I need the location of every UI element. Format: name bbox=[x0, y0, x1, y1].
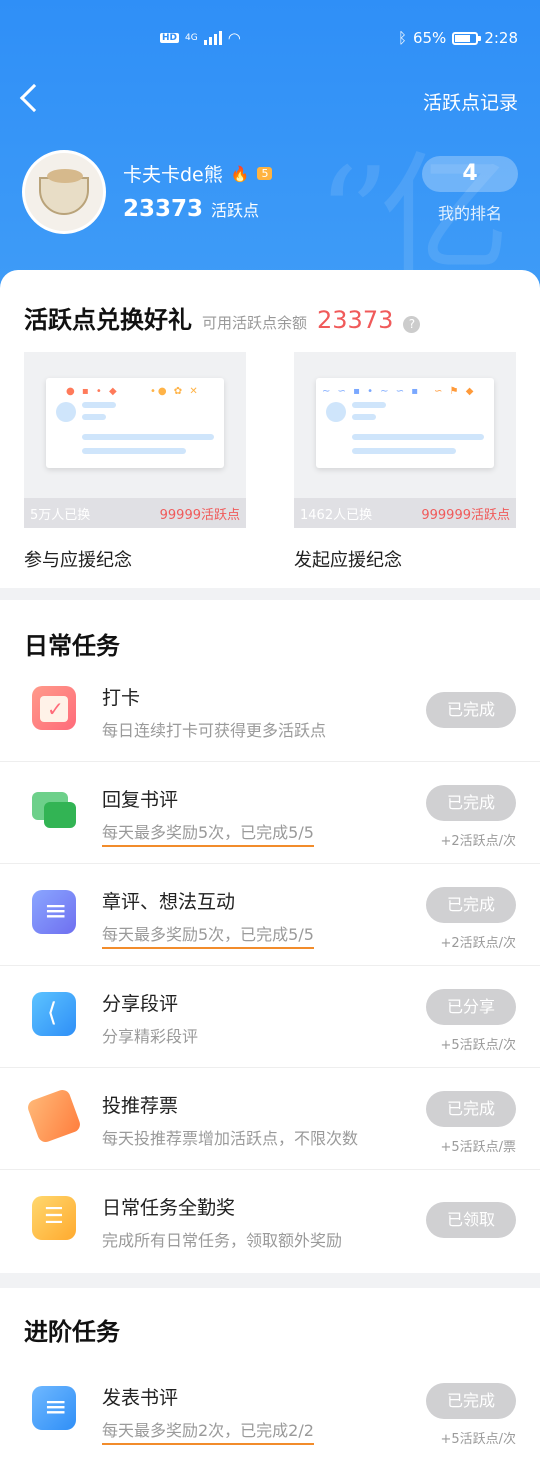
profile-panel: 卡夫卡de熊 🔥 5 23373 活跃点 4 我的排名 bbox=[22, 150, 522, 240]
gift-name: 参与应援纪念 bbox=[24, 550, 132, 571]
task-reward: +2活跃点/次 bbox=[440, 936, 516, 951]
exchange-header: 活跃点兑换好礼 可用活跃点余额 23373 ? bbox=[24, 300, 421, 335]
signal-icon bbox=[203, 31, 222, 45]
back-arrow-icon[interactable] bbox=[19, 83, 49, 113]
task-reward: +5活跃点/次 bbox=[440, 1432, 516, 1447]
task-row: 回复书评 每天最多奖励5次，已完成5/5 已完成 +2活跃点/次 bbox=[0, 762, 540, 864]
task-title: 回复书评 bbox=[102, 789, 179, 811]
gift-name: 发起应援纪念 bbox=[294, 550, 402, 571]
advanced-tasks-title: 进阶任务 bbox=[24, 1318, 120, 1346]
available-amount: 23373 bbox=[317, 306, 394, 334]
chat-bubbles-icon bbox=[32, 788, 76, 832]
available-label: 可用活跃点余额 bbox=[202, 314, 308, 332]
bluetooth-icon: ᛒ bbox=[397, 29, 407, 47]
task-status-button[interactable]: 已分享 bbox=[426, 989, 516, 1025]
points-record-link[interactable]: 活跃点记录 bbox=[423, 88, 518, 115]
hd-badge: HD bbox=[160, 33, 180, 43]
top-bar: 活跃点记录 bbox=[0, 80, 540, 124]
task-subtitle: 每日连续打卡可获得更多活跃点 bbox=[102, 721, 327, 740]
task-title: 章评、想法互动 bbox=[102, 891, 236, 913]
battery-percent: 65% bbox=[412, 29, 447, 47]
header: ‘’亿 HD 4G ◠ ᛒ 65% 2:28 活跃点记录 卡夫卡de熊 🔥 5 … bbox=[0, 0, 540, 300]
notes-icon bbox=[32, 890, 76, 934]
gift-price: 99999活跃点 bbox=[159, 507, 240, 523]
task-row: 发表书评 每天最多奖励2次，已完成2/2 已完成 +5活跃点/次 bbox=[0, 1360, 540, 1462]
gift-price: 999999活跃点 bbox=[421, 507, 510, 523]
task-title: 日常任务全勤奖 bbox=[102, 1197, 236, 1219]
gift-card[interactable]: ∼ ∽ ▪ • ∼ ∽ ▪ ∽ ⚑ ◆ 1462人已换 999999活跃点 发起… bbox=[294, 352, 516, 572]
task-row: 日常任务全勤奖 完成所有日常任务，领取额外奖励 已领取 bbox=[0, 1170, 540, 1272]
task-title: 分享段评 bbox=[102, 993, 179, 1015]
daily-tasks-section: 日常任务 打卡 每日连续打卡可获得更多活跃点 已完成 回复书评 每天最多奖励5次… bbox=[0, 600, 540, 1273]
task-status-button[interactable]: 已完成 bbox=[426, 887, 516, 923]
help-icon[interactable]: ? bbox=[403, 316, 421, 333]
task-subtitle: 分享精彩段评 bbox=[102, 1027, 199, 1046]
gift-preview: ∼ ∽ ▪ • ∼ ∽ ▪ ∽ ⚑ ◆ bbox=[316, 378, 494, 468]
task-title: 打卡 bbox=[102, 687, 141, 709]
status-right: ᛒ 65% 2:28 bbox=[398, 29, 518, 47]
document-icon bbox=[32, 1386, 76, 1430]
gift-thumbnail: ∼ ∽ ▪ • ∼ ∽ ▪ ∽ ⚑ ◆ 1462人已换 999999活跃点 bbox=[294, 352, 516, 528]
exchange-section: 活跃点兑换好礼 可用活跃点余额 23373 ? ● ▪ • ◆ •● ✿ ✕ 5… bbox=[0, 270, 540, 588]
gift-exchange-count: 5万人已换 bbox=[30, 507, 91, 523]
exchange-title: 活跃点兑换好礼 bbox=[24, 306, 192, 334]
wifi-icon: ◠ bbox=[227, 29, 241, 47]
task-title: 投推荐票 bbox=[102, 1095, 179, 1117]
task-row: 投推荐票 每天投推荐票增加活跃点，不限次数 已完成 +5活跃点/票 bbox=[0, 1068, 540, 1170]
ticket-icon bbox=[25, 1087, 83, 1145]
task-reward: +5活跃点/票 bbox=[440, 1140, 516, 1155]
task-row: 打卡 每日连续打卡可获得更多活跃点 已完成 bbox=[0, 660, 540, 762]
gift-exchange-count: 1462人已换 bbox=[300, 507, 373, 523]
task-reward: +2活跃点/次 bbox=[440, 834, 516, 849]
gift-card[interactable]: ● ▪ • ◆ •● ✿ ✕ 5万人已换 99999活跃点 参与应援纪念 bbox=[24, 352, 246, 572]
network-label: 4G bbox=[185, 33, 198, 43]
rank-label: 我的排名 bbox=[437, 204, 502, 223]
task-subtitle: 完成所有日常任务，领取额外奖励 bbox=[102, 1231, 343, 1250]
level-badge: 5 bbox=[257, 167, 273, 180]
points-value: 23373 bbox=[123, 196, 204, 222]
points-unit: 活跃点 bbox=[211, 201, 260, 220]
username-row: 卡夫卡de熊 🔥 5 bbox=[123, 160, 273, 187]
list-icon bbox=[32, 1196, 76, 1240]
task-status-button[interactable]: 已领取 bbox=[426, 1202, 516, 1238]
task-status-button[interactable]: 已完成 bbox=[426, 1383, 516, 1419]
status-left: HD 4G ◠ bbox=[160, 29, 241, 47]
task-status-button[interactable]: 已完成 bbox=[426, 785, 516, 821]
advanced-tasks-section: 进阶任务 发表书评 每天最多奖励2次，已完成2/2 已完成 +5活跃点/次 bbox=[0, 1288, 540, 1465]
points-row: 23373 活跃点 bbox=[123, 196, 259, 222]
task-subtitle: 每天投推荐票增加活跃点，不限次数 bbox=[102, 1129, 359, 1148]
clock: 2:28 bbox=[484, 29, 518, 47]
daily-tasks-title: 日常任务 bbox=[24, 632, 120, 660]
calendar-icon bbox=[32, 686, 76, 730]
flame-icon: 🔥 bbox=[230, 164, 250, 183]
task-row: 分享段评 分享精彩段评 已分享 +5活跃点/次 bbox=[0, 966, 540, 1068]
rank-value: 4 bbox=[422, 156, 518, 192]
task-subtitle: 每天最多奖励5次，已完成5/5 bbox=[102, 819, 314, 847]
gift-info-bar: 1462人已换 999999活跃点 bbox=[294, 498, 516, 528]
task-status-button[interactable]: 已完成 bbox=[426, 692, 516, 728]
avatar[interactable] bbox=[22, 150, 106, 234]
rank-box[interactable]: 4 我的排名 bbox=[422, 156, 518, 224]
gift-thumbnail: ● ▪ • ◆ •● ✿ ✕ 5万人已换 99999活跃点 bbox=[24, 352, 246, 528]
share-icon bbox=[32, 992, 76, 1036]
gift-info-bar: 5万人已换 99999活跃点 bbox=[24, 498, 246, 528]
task-reward: +5活跃点/次 bbox=[440, 1038, 516, 1053]
gift-preview: ● ▪ • ◆ •● ✿ ✕ bbox=[46, 378, 224, 468]
task-title: 发表书评 bbox=[102, 1387, 179, 1409]
username: 卡夫卡de熊 bbox=[123, 164, 223, 186]
battery-icon bbox=[452, 31, 482, 45]
task-row: 章评、想法互动 每天最多奖励5次，已完成5/5 已完成 +2活跃点/次 bbox=[0, 864, 540, 966]
task-status-button[interactable]: 已完成 bbox=[426, 1091, 516, 1127]
task-subtitle: 每天最多奖励2次，已完成2/2 bbox=[102, 1417, 314, 1445]
status-bar: HD 4G ◠ ᛒ 65% 2:28 bbox=[0, 0, 540, 80]
task-subtitle: 每天最多奖励5次，已完成5/5 bbox=[102, 921, 314, 949]
